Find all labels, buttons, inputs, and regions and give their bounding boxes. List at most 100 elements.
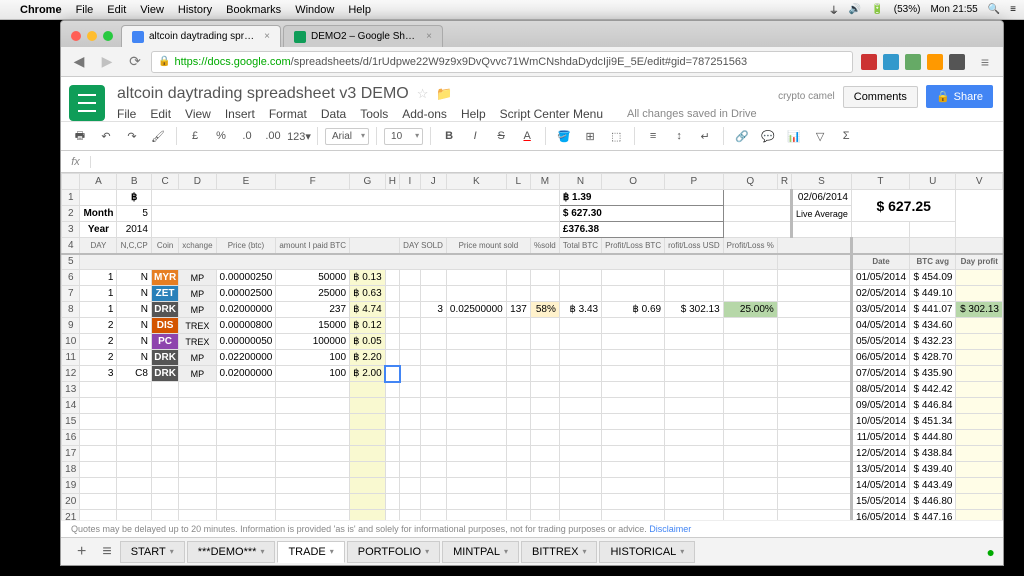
row-header[interactable]: 21 [62,510,80,521]
close-tab-icon[interactable]: × [264,31,270,42]
menu-view[interactable]: View [185,107,211,121]
row-header[interactable]: 6 [62,270,80,286]
col-header[interactable]: V [956,174,1003,190]
col-header[interactable]: A [80,174,117,190]
print-icon[interactable]: 🖶 [69,125,91,147]
star-icon[interactable]: ☆ [417,86,429,102]
empty-row[interactable]: 1308/05/2014$ 442.42 [62,382,1003,398]
col-header[interactable]: L [506,174,530,190]
browser-tab-active[interactable]: altcoin daytrading spread… × [121,25,281,47]
spotlight-icon[interactable]: 🔍 [988,4,1000,15]
dec-decimal-icon[interactable]: .0 [236,125,258,147]
font-size-select[interactable]: 10 [384,128,423,145]
menu-file[interactable]: File [117,107,136,121]
text-color-icon[interactable]: A [516,125,538,147]
sheet-tab-menu-icon[interactable]: ▾ [680,547,684,556]
undo-icon[interactable]: ↶ [95,125,117,147]
empty-row[interactable]: 1712/05/2014$ 438.84 [62,446,1003,462]
borders-icon[interactable]: ⊞ [579,125,601,147]
data-row[interactable]: 92NDISTREX0.0000080015000฿ 0.1204/05/201… [62,318,1003,334]
data-row[interactable]: 71NZETMP0.0000250025000฿ 0.6302/05/2014$… [62,286,1003,302]
font-select[interactable]: Arial [325,128,369,145]
ext-icon[interactable] [949,54,965,70]
menu-script-center[interactable]: Script Center Menu [500,107,603,121]
paint-format-icon[interactable]: 🖌 [147,125,169,147]
col-header[interactable]: Q [723,174,777,190]
empty-row[interactable]: 1914/05/2014$ 443.49 [62,478,1003,494]
mac-menu-file[interactable]: File [76,4,94,16]
mac-menu-help[interactable]: Help [348,4,371,16]
disclaimer-link[interactable]: Disclaimer [649,524,691,534]
row-header[interactable]: 8 [62,302,80,318]
empty-row[interactable]: 1611/05/2014$ 444.80 [62,430,1003,446]
battery-icon[interactable]: 🔋 [871,4,883,15]
col-header[interactable]: O [602,174,665,190]
col-header[interactable]: M [530,174,559,190]
col-header[interactable]: U [910,174,956,190]
sheet-tab-menu-icon[interactable]: ▾ [330,547,334,556]
row-header[interactable]: 20 [62,494,80,510]
inc-decimal-icon[interactable]: .00 [262,125,284,147]
data-row[interactable]: 81NDRKMP0.02000000237฿ 4.7430.0250000013… [62,302,1003,318]
sheet-tab[interactable]: PORTFOLIO▾ [347,541,440,563]
merge-icon[interactable]: ⬚ [605,125,627,147]
mac-menu-window[interactable]: Window [295,4,334,16]
share-button[interactable]: 🔒Share [926,85,993,108]
col-header[interactable]: H [385,174,400,190]
sheet-tab[interactable]: MINTPAL▾ [442,541,519,563]
more-formats-icon[interactable]: 123▾ [288,125,310,147]
notifications-icon[interactable]: ≡ [1010,4,1016,15]
col-header[interactable]: D [179,174,216,190]
empty-row[interactable]: 2116/05/2014$ 447.16 [62,510,1003,521]
row-header[interactable]: 16 [62,430,80,446]
row-header[interactable]: 12 [62,366,80,382]
row-header[interactable]: 2 [62,206,80,222]
wifi-icon[interactable]: ⏚ [829,2,839,17]
bold-icon[interactable]: B [438,125,460,147]
row-header[interactable]: 19 [62,478,80,494]
row-header[interactable]: 18 [62,462,80,478]
menu-format[interactable]: Format [269,107,307,121]
row-header[interactable]: 7 [62,286,80,302]
row-header[interactable]: 17 [62,446,80,462]
folder-icon[interactable]: 📁 [436,86,452,102]
close-tab-icon[interactable]: × [426,31,432,42]
halign-icon[interactable]: ≡ [642,125,664,147]
data-row[interactable]: 112NDRKMP0.02200000100฿ 2.2006/05/2014$ … [62,350,1003,366]
sheet-tab[interactable]: ***DEMO***▾ [187,541,276,563]
redo-icon[interactable]: ↷ [121,125,143,147]
sheet-tab[interactable]: HISTORICAL▾ [599,541,695,563]
chrome-menu-icon[interactable]: ≡ [973,51,997,73]
row-header[interactable]: 10 [62,334,80,350]
col-header[interactable]: R [777,174,791,190]
sheet-tab-menu-icon[interactable]: ▾ [504,547,508,556]
comment-icon[interactable]: 💬 [757,125,779,147]
col-header[interactable]: I [400,174,420,190]
address-bar[interactable]: 🔒 https:// docs.google.com /spreadsheets… [151,51,853,73]
ext-icon[interactable] [861,54,877,70]
link-icon[interactable]: 🔗 [731,125,753,147]
zoom-window-button[interactable] [103,31,113,41]
empty-row[interactable]: 2015/05/2014$ 446.80 [62,494,1003,510]
comments-button[interactable]: Comments [843,86,918,108]
fill-color-icon[interactable]: 🪣 [553,125,575,147]
col-header[interactable]: G [350,174,386,190]
ext-icon[interactable] [905,54,921,70]
filter-icon[interactable]: ▽ [809,125,831,147]
row-header[interactable]: 4 [62,238,80,254]
sheet-tab[interactable]: TRADE▾ [277,541,344,563]
row-header[interactable]: 1 [62,190,80,206]
add-sheet-button[interactable]: + [69,543,94,561]
forward-button[interactable]: ▶ [95,51,119,73]
browser-tab[interactable]: DEMO2 – Google Sheets × [283,25,443,47]
mac-menu-history[interactable]: History [178,4,212,16]
menu-help[interactable]: Help [461,107,486,121]
clock[interactable]: Mon 21:55 [930,4,977,15]
col-header[interactable]: T [851,174,909,190]
valign-icon[interactable]: ↕ [668,125,690,147]
mac-menu-view[interactable]: View [140,4,164,16]
minimize-window-button[interactable] [87,31,97,41]
sheet-tab[interactable]: START▾ [120,541,185,563]
col-header[interactable]: J [420,174,446,190]
row-header[interactable]: 9 [62,318,80,334]
